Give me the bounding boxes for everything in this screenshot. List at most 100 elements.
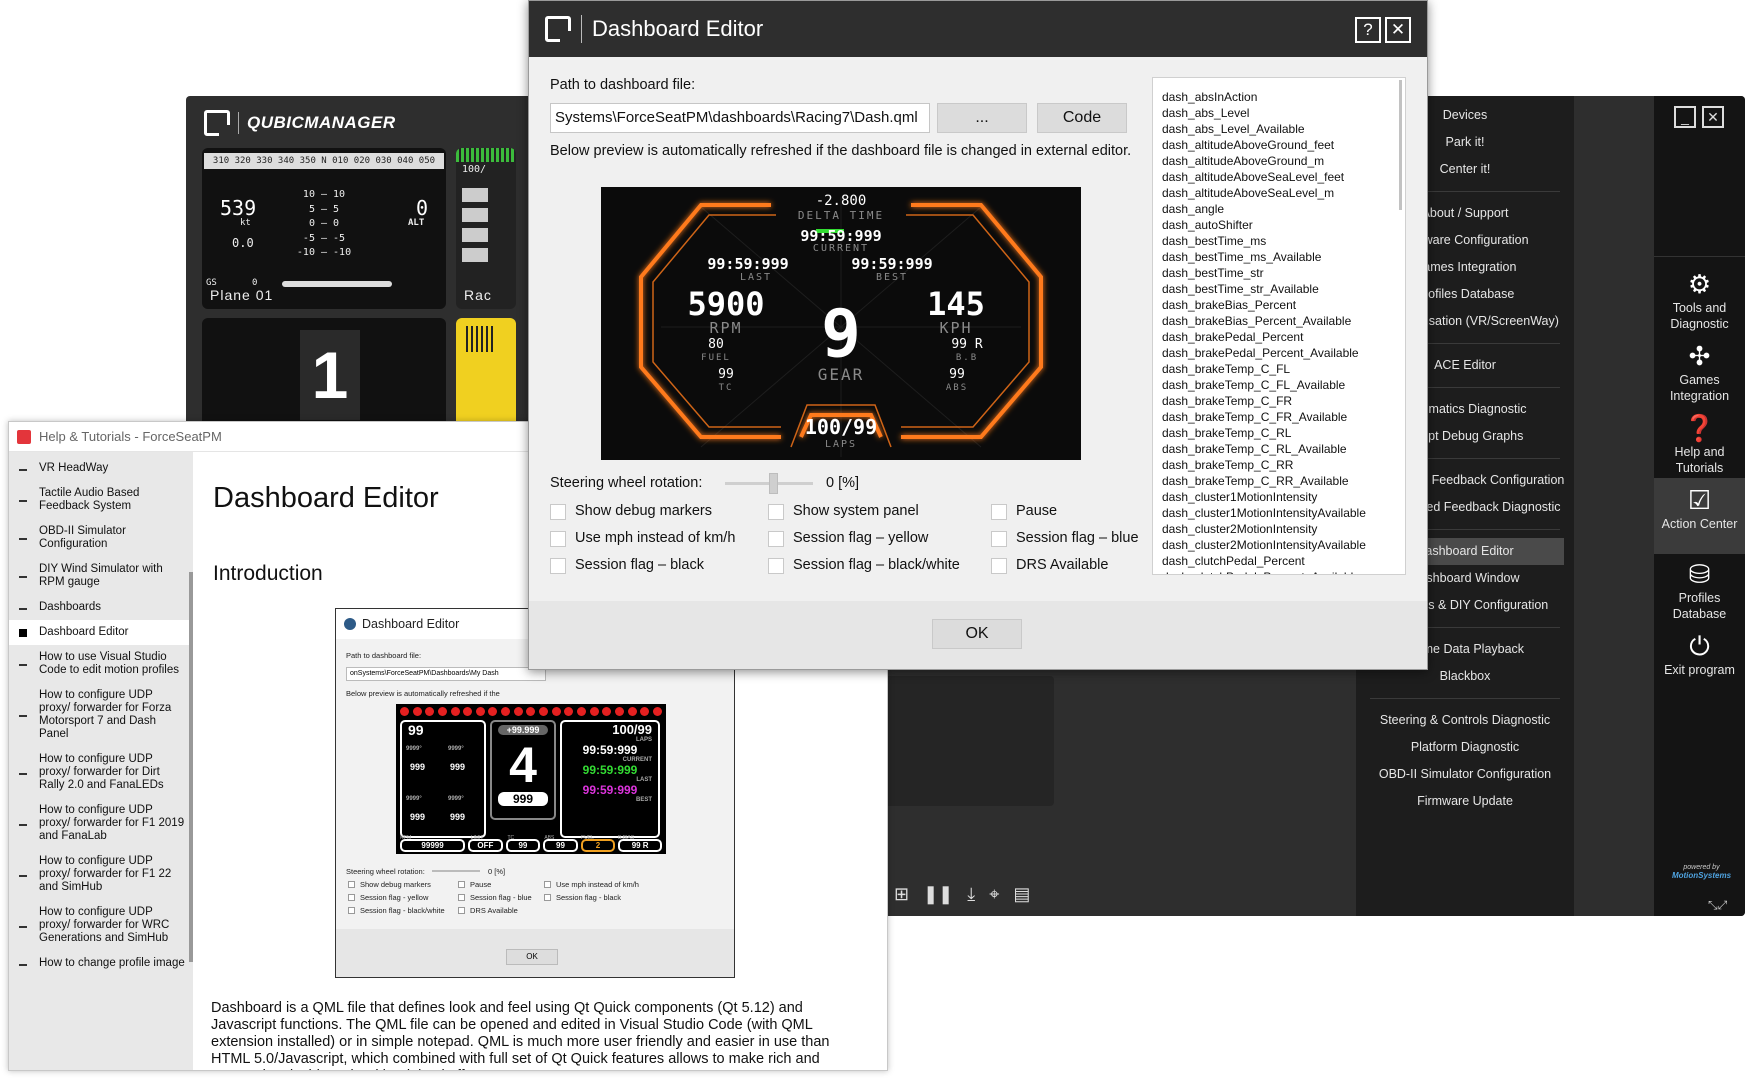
variable-item[interactable]: dash_brakeTemp_C_FR bbox=[1153, 393, 1405, 409]
resize-icon[interactable]: ⤡⤢ bbox=[1708, 898, 1727, 913]
mini-checkbox[interactable] bbox=[348, 907, 355, 914]
mini-checkbox[interactable] bbox=[544, 881, 551, 888]
ok-button[interactable]: OK bbox=[932, 619, 1022, 649]
variable-item[interactable]: dash_cluster2MotionIntensityAvailable bbox=[1153, 537, 1405, 553]
variable-item[interactable]: dash_altitudeAboveGround_feet bbox=[1153, 137, 1405, 153]
help-nav-item[interactable]: How to configure UDP proxy/ forwarder fo… bbox=[9, 900, 193, 951]
variables-list[interactable]: dash_absInAction dash_abs_Level dash_abs_L… bbox=[1152, 77, 1406, 575]
close-window-button[interactable]: ✕ bbox=[1702, 106, 1724, 128]
steering-slider-handle[interactable] bbox=[769, 473, 778, 494]
help-nav-item[interactable]: DIY Wind Simulator with RPM gauge bbox=[9, 557, 193, 595]
powered-brand: MotionSystems bbox=[1671, 871, 1732, 880]
checkbox-flag-black-white[interactable] bbox=[768, 558, 784, 574]
variable-item[interactable]: dash_altitudeAboveGround_m bbox=[1153, 153, 1405, 169]
fuel-label: FUEL bbox=[701, 353, 731, 363]
games-integration-button[interactable]: ✣ Games Integration bbox=[1654, 340, 1745, 408]
variable-item[interactable]: dash_altitudeAboveSeaLevel_m bbox=[1153, 185, 1405, 201]
menu-item[interactable]: Steering & Controls Diagnostic bbox=[1356, 707, 1574, 734]
mini-steering-slider[interactable] bbox=[432, 870, 480, 872]
help-tutorials-button[interactable]: ❓ Help and Tutorials bbox=[1654, 412, 1745, 480]
grid-icon[interactable]: ⊞ bbox=[894, 884, 909, 905]
help-nav-item[interactable]: Tactile Audio Based Feedback System bbox=[9, 481, 193, 519]
checkbox-show-system-panel[interactable] bbox=[768, 504, 784, 520]
focus-icon[interactable]: ⌖ bbox=[989, 884, 999, 905]
mini-checkbox[interactable] bbox=[348, 894, 355, 901]
browse-button[interactable]: ... bbox=[937, 103, 1027, 133]
pause-icon[interactable]: ❚❚ bbox=[923, 884, 953, 905]
mini-checkbox[interactable] bbox=[458, 907, 465, 914]
help-nav-item[interactable]: How to configure UDP proxy/ forwarder fo… bbox=[9, 849, 193, 900]
mini-laps: 100/99 bbox=[612, 722, 652, 737]
profile-tile-yellow[interactable] bbox=[456, 318, 516, 428]
variable-item[interactable]: dash_abs_Level bbox=[1153, 105, 1405, 121]
variable-item[interactable]: dash_brakeTemp_C_RL_Available bbox=[1153, 441, 1405, 457]
checkbox-show-debug-markers[interactable] bbox=[550, 504, 566, 520]
variable-item[interactable]: dash_brakeTemp_C_RR_Available bbox=[1153, 473, 1405, 489]
title-separator bbox=[581, 15, 582, 43]
exit-program-button[interactable]: ⏻ Exit program bbox=[1654, 630, 1745, 698]
action-center-button[interactable]: ☑ Action Center bbox=[1654, 478, 1745, 554]
variable-item[interactable]: dash_bestTime_ms bbox=[1153, 233, 1405, 249]
variable-item[interactable]: dash_cluster1MotionIntensityAvailable bbox=[1153, 505, 1405, 521]
mini-checkbox[interactable] bbox=[348, 881, 355, 888]
variable-item[interactable]: dash_abs_Level_Available bbox=[1153, 121, 1405, 137]
variable-item[interactable]: dash_clutchPedal_Percent bbox=[1153, 553, 1405, 569]
variable-item[interactable]: dash_brakePedal_Percent bbox=[1153, 329, 1405, 345]
code-button[interactable]: Code bbox=[1037, 103, 1127, 133]
variable-item[interactable]: dash_altitudeAboveSeaLevel_feet bbox=[1153, 169, 1405, 185]
checkbox-pause[interactable] bbox=[991, 504, 1007, 520]
menu-item[interactable]: OBD-II Simulator Configuration bbox=[1356, 761, 1574, 788]
variable-item[interactable]: dash_clutchPedal_Percent_Available bbox=[1153, 569, 1405, 574]
menu-item[interactable]: Platform Diagnostic bbox=[1356, 734, 1574, 761]
checkbox-drs-available[interactable] bbox=[991, 558, 1007, 574]
checkbox-flag-blue[interactable] bbox=[991, 531, 1007, 547]
minimize-button[interactable]: _ bbox=[1674, 106, 1696, 128]
profile-tile-race[interactable]: 100/ Rac bbox=[456, 148, 516, 309]
profile-tile-plane[interactable]: 310 320 330 340 350 N 010 020 030 040 05… bbox=[202, 148, 446, 309]
rpm-value: 5900 bbox=[687, 285, 765, 323]
help-nav-item[interactable]: Dashboards bbox=[9, 595, 193, 620]
variables-scrollbar[interactable] bbox=[1399, 80, 1402, 210]
variable-item[interactable]: dash_brakeBias_Percent bbox=[1153, 297, 1405, 313]
mini-checkbox[interactable] bbox=[544, 894, 551, 901]
checkbox-use-mph[interactable] bbox=[550, 531, 566, 547]
help-nav-item[interactable]: How to change profile image bbox=[9, 951, 193, 976]
variable-item[interactable]: dash_brakeBias_Percent_Available bbox=[1153, 313, 1405, 329]
checkbox-flag-yellow[interactable] bbox=[768, 531, 784, 547]
mini-ok-button[interactable]: OK bbox=[506, 949, 558, 965]
close-button[interactable]: ✕ bbox=[1385, 17, 1411, 43]
help-nav-item[interactable]: VR HeadWay bbox=[9, 456, 193, 481]
help-nav-item[interactable]: Dashboard Editor bbox=[9, 620, 193, 645]
checkbox-flag-black[interactable] bbox=[550, 558, 566, 574]
variable-item[interactable]: dash_cluster1MotionIntensity bbox=[1153, 489, 1405, 505]
mini-checkbox[interactable] bbox=[458, 881, 465, 888]
help-nav-item[interactable]: How to configure UDP proxy/ forwarder fo… bbox=[9, 747, 193, 798]
variable-item[interactable]: dash_brakeTemp_C_RR bbox=[1153, 457, 1405, 473]
variable-item[interactable]: dash_bestTime_ms_Available bbox=[1153, 249, 1405, 265]
profile-tile-gear[interactable]: 1 bbox=[202, 318, 446, 428]
variable-item[interactable]: dash_autoShifter bbox=[1153, 217, 1405, 233]
variable-item[interactable]: dash_bestTime_str_Available bbox=[1153, 281, 1405, 297]
variable-item[interactable]: dash_brakeTemp_C_FL bbox=[1153, 361, 1405, 377]
help-nav-item[interactable]: How to configure UDP proxy/ forwarder fo… bbox=[9, 798, 193, 849]
variable-item[interactable]: dash_cluster2MotionIntensity bbox=[1153, 521, 1405, 537]
variable-item[interactable]: dash_brakePedal_Percent_Available bbox=[1153, 345, 1405, 361]
variable-item[interactable]: dash_brakeTemp_C_FL_Available bbox=[1153, 377, 1405, 393]
help-nav-item[interactable]: OBD-II Simulator Configuration bbox=[9, 519, 193, 557]
nav-scrollbar[interactable] bbox=[189, 572, 193, 962]
terminal-icon[interactable]: ▤ bbox=[1013, 884, 1030, 905]
profiles-database-button[interactable]: ⛁ Profiles Database bbox=[1654, 558, 1745, 626]
tools-diagnostic-button[interactable]: ⚙ Tools and Diagnostic bbox=[1654, 268, 1745, 336]
variable-item[interactable]: dash_brakeTemp_C_RL bbox=[1153, 425, 1405, 441]
download-icon[interactable]: ⤓ bbox=[967, 884, 975, 905]
variable-item[interactable]: dash_absInAction bbox=[1153, 89, 1405, 105]
variable-item[interactable]: dash_bestTime_str bbox=[1153, 265, 1405, 281]
variable-item[interactable]: dash_angle bbox=[1153, 201, 1405, 217]
help-button[interactable]: ? bbox=[1355, 17, 1381, 43]
help-nav-item[interactable]: How to configure UDP proxy/ forwarder fo… bbox=[9, 683, 193, 747]
variable-item[interactable]: dash_brakeTemp_C_FR_Available bbox=[1153, 409, 1405, 425]
help-nav-item[interactable]: How to use Visual Studio Code to edit mo… bbox=[9, 645, 193, 683]
mini-checkbox[interactable] bbox=[458, 894, 465, 901]
menu-item[interactable]: Firmware Update bbox=[1356, 788, 1574, 815]
path-input[interactable]: Systems\ForceSeatPM\dashboards\Racing7\D… bbox=[550, 103, 930, 133]
